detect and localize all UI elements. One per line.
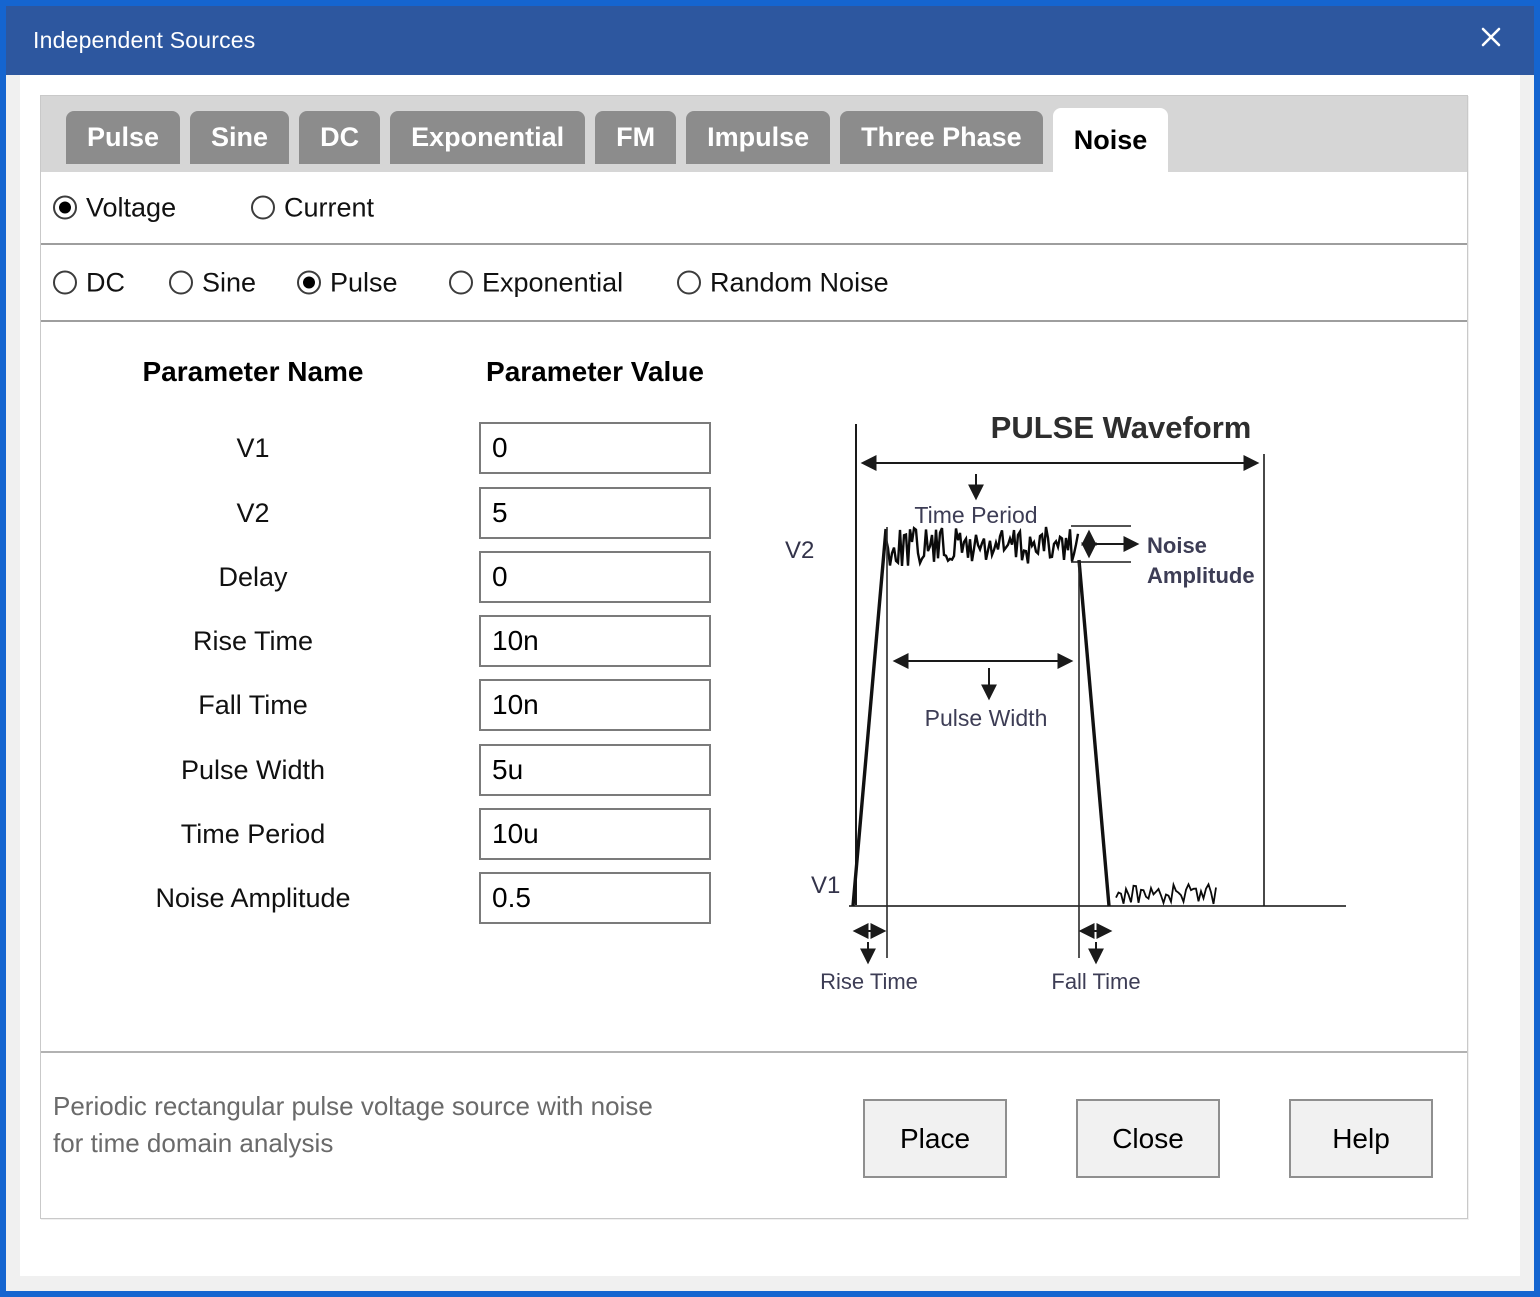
- footer-separator: [41, 1051, 1467, 1053]
- title-bar: Independent Sources: [6, 6, 1534, 75]
- radio-dc-label: DC: [86, 267, 125, 297]
- radio-current-label: Current: [284, 192, 375, 222]
- source-description: Periodic rectangular pulse voltage sourc…: [53, 1088, 793, 1162]
- tab-strip: Pulse Sine DC Exponential FM Impulse Thr…: [41, 96, 1467, 172]
- tab-exponential[interactable]: Exponential: [390, 111, 586, 164]
- param-input-time-period[interactable]: [479, 808, 711, 860]
- radio-voltage[interactable]: Voltage: [53, 192, 176, 223]
- param-label-pulse-width: Pulse Width: [180, 754, 326, 785]
- source-description-line1: Periodic rectangular pulse voltage sourc…: [53, 1091, 653, 1121]
- time-period-label: Time Period: [914, 502, 1037, 528]
- radio-dc[interactable]: DC: [53, 267, 125, 298]
- radio-exponential-circle: [449, 270, 473, 295]
- tab-pulse[interactable]: Pulse: [66, 111, 181, 164]
- param-label-noise-amplitude: Noise Amplitude: [155, 882, 351, 913]
- radio-sine-circle: [169, 270, 193, 295]
- parameter-value-header: Parameter Value: [486, 356, 704, 387]
- help-button[interactable]: Help: [1289, 1099, 1433, 1178]
- close-button[interactable]: Close: [1076, 1099, 1220, 1178]
- radio-pulse-circle: [297, 270, 321, 295]
- place-button[interactable]: Place: [863, 1099, 1007, 1178]
- param-input-rise-time[interactable]: [479, 615, 711, 667]
- radio-random-noise-circle: [677, 270, 701, 295]
- signal-type-row: DC Sine Pulse Exponential Random Noise: [41, 245, 1467, 322]
- tab-fm[interactable]: FM: [595, 111, 677, 164]
- radio-pulse[interactable]: Pulse: [297, 267, 398, 298]
- param-label-delay: Delay: [218, 561, 288, 592]
- radio-current[interactable]: Current: [251, 192, 374, 223]
- v2-axis-label: V2: [785, 537, 814, 564]
- radio-pulse-label: Pulse: [330, 267, 398, 297]
- close-x-glyph: [1481, 27, 1501, 47]
- tab-noise[interactable]: Noise: [1052, 108, 1169, 172]
- source-description-line2: for time domain analysis: [53, 1128, 334, 1158]
- noise-amplitude-label-line2: Amplitude: [1147, 563, 1255, 588]
- param-label-fall-time: Fall Time: [198, 689, 308, 720]
- tab-three-phase[interactable]: Three Phase: [840, 111, 1043, 164]
- param-label-v2: V2: [236, 497, 270, 528]
- independent-sources-dialog: Independent Sources Pulse Sine DC Expone…: [0, 0, 1540, 1297]
- main-panel: Pulse Sine DC Exponential FM Impulse Thr…: [40, 95, 1468, 1219]
- radio-exponential[interactable]: Exponential: [449, 267, 623, 298]
- param-label-rise-time: Rise Time: [192, 625, 314, 656]
- param-input-v1[interactable]: [479, 422, 711, 474]
- pulse-waveform-diagram: PULSE Waveform Time Period Noise Amplitu…: [785, 410, 1346, 994]
- rise-time-label: Rise Time: [820, 969, 918, 994]
- param-label-v1: V1: [236, 432, 270, 463]
- window-title: Independent Sources: [33, 27, 256, 53]
- pulse-width-label: Pulse Width: [925, 705, 1048, 731]
- tab-sine[interactable]: Sine: [190, 111, 290, 164]
- radio-dc-circle: [53, 270, 77, 295]
- radio-voltage-circle: [53, 195, 77, 220]
- param-input-delay[interactable]: [479, 551, 711, 603]
- radio-sine[interactable]: Sine: [169, 267, 256, 298]
- param-input-pulse-width[interactable]: [479, 744, 711, 796]
- param-input-fall-time[interactable]: [479, 679, 711, 731]
- diagram-title: PULSE Waveform: [991, 410, 1252, 445]
- v1-axis-label: V1: [811, 872, 840, 899]
- noise-amplitude-label-line1: Noise: [1147, 533, 1207, 558]
- parameter-name-header: Parameter Name: [142, 356, 364, 387]
- radio-current-circle: [251, 195, 275, 220]
- fall-time-label: Fall Time: [1051, 969, 1140, 994]
- param-input-v2[interactable]: [479, 487, 711, 539]
- param-label-time-period: Time Period: [180, 818, 326, 849]
- source-kind-row: Voltage Current: [41, 172, 1467, 245]
- radio-sine-label: Sine: [202, 267, 257, 297]
- radio-voltage-label: Voltage: [86, 192, 177, 222]
- param-input-noise-amplitude[interactable]: [479, 872, 711, 924]
- close-icon[interactable]: [1474, 20, 1508, 54]
- tab-dc[interactable]: DC: [299, 111, 381, 164]
- radio-exponential-label: Exponential: [482, 267, 624, 297]
- tab-impulse[interactable]: Impulse: [686, 111, 831, 164]
- radio-random-noise[interactable]: Random Noise: [677, 267, 889, 298]
- radio-random-noise-label: Random Noise: [710, 267, 889, 297]
